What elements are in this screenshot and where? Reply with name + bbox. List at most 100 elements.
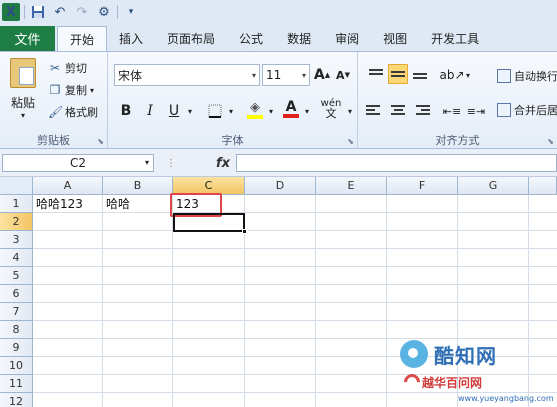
paste-dropdown-icon[interactable]: ▾ [8,111,38,120]
grow-font-label: A [313,67,325,83]
column-header-g[interactable]: G [458,177,529,195]
quick-access-toolbar: X ↶ ↷ ⚙ ▾ [0,0,557,24]
clipboard-launcher-icon[interactable]: ⬊ [97,137,104,146]
align-middle-button[interactable] [388,64,408,84]
copy-dropdown-icon[interactable]: ▾ [90,86,94,95]
tab-developer[interactable]: 开发工具 [419,26,491,51]
row-header-4[interactable]: 4 [0,249,33,267]
increase-indent-button[interactable]: ≡⇥ [466,100,486,122]
align-center-button[interactable] [388,100,408,120]
shrink-font-label: A [336,68,345,82]
row-header-11[interactable]: 11 [0,375,33,393]
toolbar-dropdown-icon[interactable]: ▾ [122,3,140,21]
row-header-8[interactable]: 8 [0,321,33,339]
tab-formulas[interactable]: 公式 [227,26,275,51]
cell-a1[interactable]: 哈哈123 [33,195,83,213]
format-painter-button[interactable]: 🖌 格式刷 [48,102,98,122]
row-header-10[interactable]: 10 [0,357,33,375]
row-header-3[interactable]: 3 [0,231,33,249]
paint-bucket-icon: ◈ [250,99,260,115]
shrink-font-button[interactable]: A ▼ [334,64,352,86]
row-header-5[interactable]: 5 [0,267,33,285]
excel-app-icon[interactable]: X [2,3,20,21]
font-color-dropdown-icon[interactable]: ▾ [303,100,311,122]
spreadsheet-grid[interactable]: A B C D E F G 1 2 3 4 5 6 7 8 9 10 11 12… [0,177,557,407]
paste-button[interactable]: 粘贴 ▾ [8,58,38,120]
font-size-value: 11 [266,68,282,82]
cut-button[interactable]: ✂ 剪切 [48,58,87,78]
row-header-6[interactable]: 6 [0,285,33,303]
gridline [102,195,103,407]
row-header-7[interactable]: 7 [0,303,33,321]
cell-b1[interactable]: 哈哈 [103,195,130,213]
alignment-launcher-icon[interactable]: ⬊ [547,137,554,146]
font-group-label: 字体 [221,134,244,147]
watermark: 酷知网 越华百问网 www.yueyangbang.com [400,340,557,407]
borders-icon [208,104,222,118]
fill-handle[interactable] [242,229,247,234]
wrap-text-button[interactable]: 自动换行 [497,66,557,86]
merge-center-button[interactable]: 合并后居 [497,100,557,120]
row-header-1[interactable]: 1 [0,195,33,213]
select-all-corner[interactable] [0,177,33,195]
font-name-select[interactable]: 宋体 ▾ [114,64,260,86]
font-color-letter: A [285,99,297,115]
customize-icon[interactable]: ⚙ [95,3,113,21]
gridline [33,338,557,339]
font-launcher-icon[interactable]: ⬊ [347,137,354,146]
orientation-dropdown-icon[interactable]: ▾ [464,64,472,86]
formula-controls: ⋮ fx [160,154,235,172]
formula-bar-resize-handle[interactable]: ⋮ [166,158,176,169]
phonetic-button[interactable]: wén 文 [318,98,344,120]
name-box-dropdown-icon[interactable]: ▾ [145,155,149,171]
tab-data[interactable]: 数据 [275,26,323,51]
borders-dropdown-icon[interactable]: ▾ [227,100,235,122]
active-cell-c2[interactable] [173,213,247,234]
fill-color-dropdown-icon[interactable]: ▾ [267,100,275,122]
decrease-indent-button[interactable]: ⇤≡ [442,100,462,122]
save-icon[interactable] [29,3,47,21]
italic-button[interactable]: I [140,100,160,122]
borders-button[interactable] [204,100,226,122]
undo-icon[interactable]: ↶ [51,3,69,21]
tab-insert[interactable]: 插入 [107,26,155,51]
tab-view[interactable]: 视图 [371,26,419,51]
align-left-button[interactable] [366,100,386,120]
name-box[interactable]: C2 ▾ [2,154,154,172]
insert-function-button[interactable]: fx [216,156,230,171]
column-header-b[interactable]: B [103,177,173,195]
align-bottom-button[interactable] [410,64,430,84]
column-header-d[interactable]: D [245,177,316,195]
row-header-9[interactable]: 9 [0,339,33,357]
align-right-button[interactable] [410,100,430,120]
column-header-e[interactable]: E [316,177,387,195]
font-size-select[interactable]: 11 ▾ [262,64,310,86]
tab-review[interactable]: 审阅 [323,26,371,51]
copy-button[interactable]: ❐ 复制 ▾ [48,80,94,100]
align-top-button[interactable] [366,64,386,84]
underline-button[interactable]: U [164,100,184,122]
tab-page-layout[interactable]: 页面布局 [155,26,227,51]
bold-button[interactable]: B [116,100,136,122]
tab-home[interactable]: 开始 [57,26,108,51]
font-color-button[interactable]: A [280,98,302,120]
column-header-a[interactable]: A [33,177,103,195]
column-header-f[interactable]: F [387,177,458,195]
row-header-12[interactable]: 12 [0,393,33,407]
decrease-indent-icon: ⇤≡ [442,104,462,118]
underline-dropdown-icon[interactable]: ▾ [186,100,194,122]
formula-input[interactable] [236,154,557,172]
gridline [33,248,557,249]
grow-font-button[interactable]: A ▲ [313,64,331,86]
format-painter-label: 格式刷 [65,106,98,119]
fill-color-button[interactable]: ◈ [244,98,266,120]
wifi-icon [400,370,424,394]
orientation-button[interactable]: ab↗ [439,64,464,86]
column-header-overflow [529,177,557,195]
gridline [33,266,557,267]
redo-icon[interactable]: ↷ [73,3,91,21]
row-header-2[interactable]: 2 [0,213,33,231]
tab-file[interactable]: 文件 [0,26,55,51]
watermark-url: www.yueyangbang.com [458,394,554,403]
phonetic-dropdown-icon[interactable]: ▾ [346,100,354,122]
